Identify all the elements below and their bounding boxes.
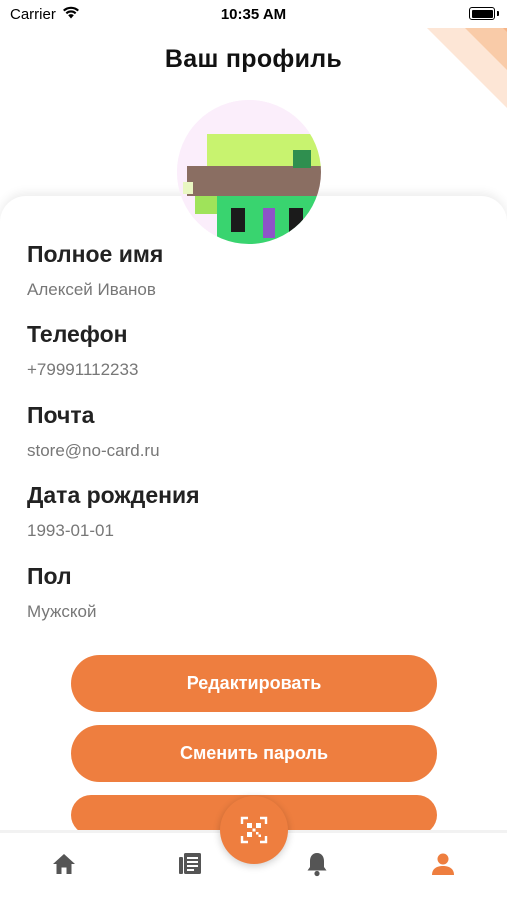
avatar-image: [177, 100, 321, 244]
phone-value: +79991112233: [27, 360, 139, 379]
gender-label: Пол: [27, 563, 72, 589]
tab-news[interactable]: [176, 850, 204, 878]
bell-icon: [307, 853, 327, 877]
tab-notifications[interactable]: [303, 850, 331, 878]
tab-home[interactable]: [50, 850, 78, 878]
gender-value: Мужской: [27, 602, 97, 621]
status-bar: Carrier 10:35 AM: [0, 0, 507, 28]
profile-icon: [432, 853, 454, 875]
email-label: Почта: [27, 402, 95, 428]
birth-date-value: 1993-01-01: [27, 521, 114, 540]
home-icon: [53, 854, 75, 874]
avatar[interactable]: [177, 100, 321, 244]
qr-scan-button[interactable]: [220, 796, 288, 864]
full-name-value: Алексей Иванов: [27, 280, 156, 299]
tab-profile[interactable]: [429, 850, 457, 878]
birth-date-label: Дата рождения: [27, 482, 200, 508]
full-name-label: Полное имя: [27, 241, 164, 267]
edit-profile-button[interactable]: Редактировать: [71, 655, 437, 712]
page-title: Ваш профиль: [164, 45, 343, 73]
phone-label: Телефон: [27, 321, 128, 347]
status-time: 10:35 AM: [220, 6, 287, 23]
qr-code-icon: [240, 816, 268, 844]
battery-icon: [469, 7, 499, 20]
news-icon: [179, 853, 201, 874]
change-password-button[interactable]: Сменить пароль: [71, 725, 437, 782]
email-value: store@no-card.ru: [27, 441, 160, 460]
